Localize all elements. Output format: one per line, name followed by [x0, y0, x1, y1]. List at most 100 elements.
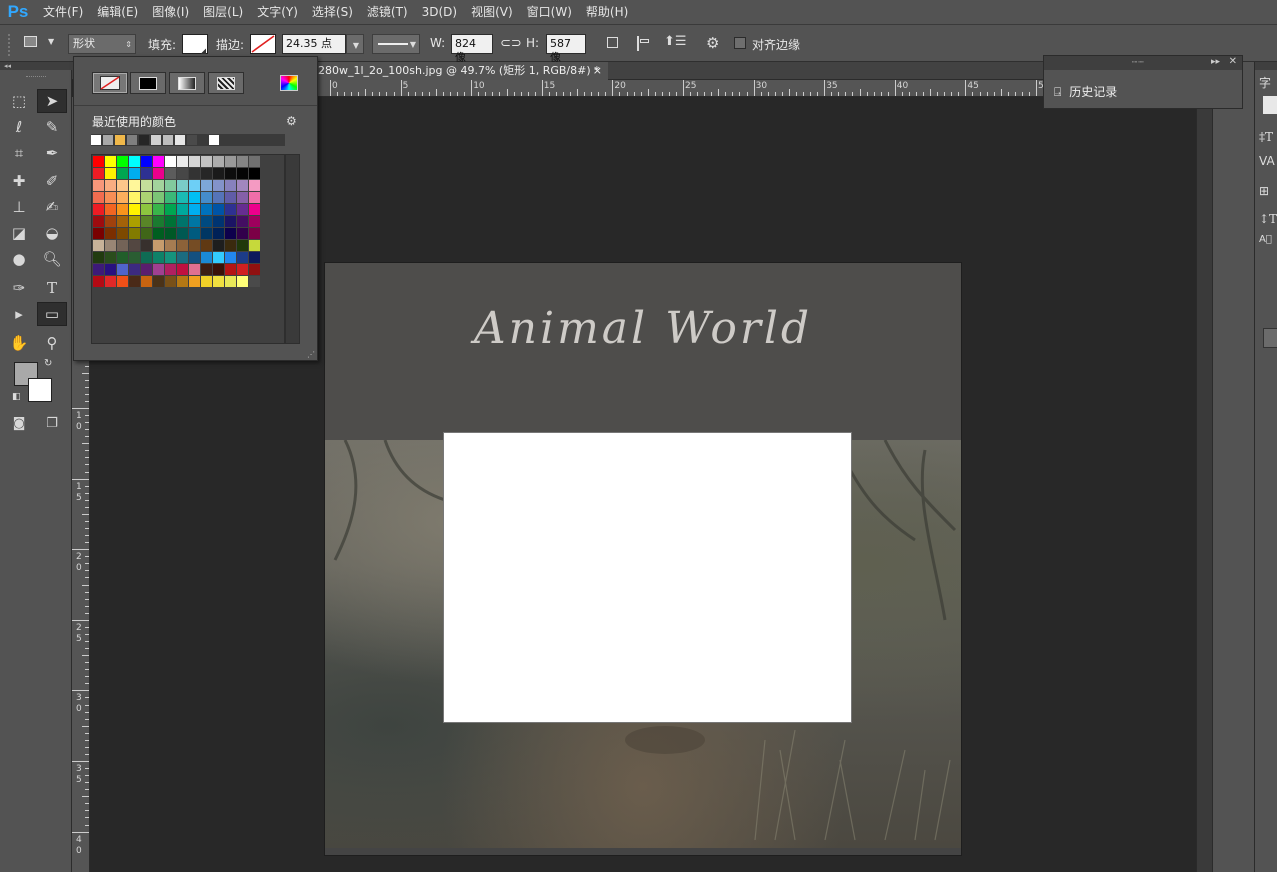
color-swatch[interactable]	[189, 240, 200, 251]
background-color-swatch[interactable]	[28, 378, 52, 402]
color-swatch[interactable]	[153, 264, 164, 275]
color-swatch[interactable]	[237, 252, 248, 263]
panel-collapse-icon[interactable]: ◂◂	[0, 62, 72, 70]
color-swatch[interactable]	[201, 216, 212, 227]
color-swatch[interactable]	[213, 240, 224, 251]
recent-color-swatch[interactable]	[127, 135, 137, 145]
color-swatch[interactable]	[165, 264, 176, 275]
color-swatch[interactable]	[165, 228, 176, 239]
color-swatch[interactable]	[189, 168, 200, 179]
gear-icon[interactable]: ⚙	[706, 34, 728, 54]
color-swatch[interactable]	[249, 276, 260, 287]
color-swatch[interactable]	[213, 156, 224, 167]
clone-stamp-tool-icon[interactable]: ⊥	[4, 195, 34, 219]
color-swatch[interactable]	[105, 180, 116, 191]
eyedropper-tool-icon[interactable]: ✒	[37, 141, 67, 165]
color-swatch[interactable]	[153, 168, 164, 179]
recent-color-swatch[interactable]	[115, 135, 125, 145]
gear-icon[interactable]: ⚙	[286, 114, 297, 128]
color-swatch[interactable]	[153, 216, 164, 227]
color-swatch[interactable]	[225, 192, 236, 203]
color-swatch[interactable]	[177, 276, 188, 287]
color-swatch[interactable]	[105, 264, 116, 275]
color-swatch[interactable]	[201, 228, 212, 239]
tool-preset-picker[interactable]: ▼	[22, 34, 58, 54]
color-swatch[interactable]	[117, 264, 128, 275]
color-swatch[interactable]	[249, 204, 260, 215]
color-swatch[interactable]	[177, 156, 188, 167]
color-swatch[interactable]	[213, 216, 224, 227]
color-swatch[interactable]	[225, 180, 236, 191]
fill-color-swatch[interactable]: ◢	[182, 34, 208, 55]
color-swatch[interactable]	[105, 156, 116, 167]
brush-tool-icon[interactable]: ✐	[37, 169, 67, 193]
color-swatch[interactable]	[117, 240, 128, 251]
color-swatch[interactable]	[141, 276, 152, 287]
color-swatch[interactable]	[165, 252, 176, 263]
color-swatch[interactable]	[165, 156, 176, 167]
color-swatch[interactable]	[153, 240, 164, 251]
color-swatch[interactable]	[189, 276, 200, 287]
recent-color-swatch[interactable]	[151, 135, 161, 145]
panel-grip[interactable]: ┈┈	[1132, 58, 1145, 68]
color-swatch[interactable]	[249, 252, 260, 263]
color-swatch[interactable]	[189, 216, 200, 227]
color-swatch[interactable]	[201, 204, 212, 215]
quick-mask-icon[interactable]: ◙	[4, 411, 34, 435]
color-swatch[interactable]	[237, 264, 248, 275]
menu-select[interactable]: 选择(S)	[305, 0, 360, 24]
color-swatch[interactable]	[117, 204, 128, 215]
color-swatch[interactable]	[117, 168, 128, 179]
color-swatch[interactable]	[141, 180, 152, 191]
color-swatch[interactable]	[141, 240, 152, 251]
path-selection-tool-icon[interactable]: ▸	[4, 302, 34, 326]
color-swatch[interactable]	[249, 168, 260, 179]
color-swatch[interactable]	[177, 216, 188, 227]
color-swatch[interactable]	[201, 156, 212, 167]
color-swatch[interactable]	[165, 240, 176, 251]
marquee-tool-icon[interactable]: ⬚	[4, 89, 34, 113]
color-swatch[interactable]	[153, 276, 164, 287]
color-swatch[interactable]	[105, 240, 116, 251]
color-swatch[interactable]	[213, 264, 224, 275]
blur-tool-icon[interactable]: ●	[4, 247, 34, 271]
color-swatch[interactable]	[165, 216, 176, 227]
document-tab[interactable]: 280w_1l_2o_100sh.jpg @ 49.7% (矩形 1, RGB/…	[315, 62, 608, 80]
recent-color-swatch[interactable]	[139, 135, 149, 145]
color-swatch[interactable]	[189, 228, 200, 239]
menu-layer[interactable]: 图层(L)	[196, 0, 250, 24]
color-swatch[interactable]	[141, 216, 152, 227]
color-swatch[interactable]	[249, 240, 260, 251]
color-swatch[interactable]	[93, 168, 104, 179]
stroke-width-dropdown[interactable]: ▼	[346, 34, 364, 54]
color-swatch[interactable]	[117, 276, 128, 287]
color-swatch[interactable]	[249, 264, 260, 275]
expand-panel-icon[interactable]: ▸▸	[1211, 57, 1220, 67]
color-swatch[interactable]	[93, 276, 104, 287]
swatch-scrollbar[interactable]	[285, 154, 300, 344]
color-swatch[interactable]	[177, 240, 188, 251]
color-swatch[interactable]	[225, 228, 236, 239]
color-swatch[interactable]	[141, 192, 152, 203]
color-swatch[interactable]	[129, 192, 140, 203]
color-swatch[interactable]	[177, 192, 188, 203]
color-swatch[interactable]	[237, 180, 248, 191]
color-swatch[interactable]	[129, 240, 140, 251]
color-swatch[interactable]	[189, 252, 200, 263]
panel-grip[interactable]	[26, 76, 46, 77]
color-swatch[interactable]	[225, 252, 236, 263]
hand-tool-icon[interactable]: ✋	[4, 331, 34, 355]
menu-file[interactable]: 文件(F)	[36, 0, 90, 24]
color-swatch[interactable]	[237, 156, 248, 167]
menu-help[interactable]: 帮助(H)	[579, 0, 635, 24]
color-swatch[interactable]	[129, 264, 140, 275]
color-swatch[interactable]	[225, 264, 236, 275]
color-swatch[interactable]	[237, 204, 248, 215]
history-brush-tool-icon[interactable]: ✍	[37, 195, 67, 219]
color-swatch[interactable]	[141, 168, 152, 179]
color-swatch[interactable]	[213, 192, 224, 203]
color-swatch[interactable]	[153, 204, 164, 215]
dodge-tool-icon[interactable]: 🔍︎	[37, 247, 67, 271]
stroke-type-select[interactable]: ▼	[372, 34, 420, 54]
color-swatch[interactable]	[93, 264, 104, 275]
